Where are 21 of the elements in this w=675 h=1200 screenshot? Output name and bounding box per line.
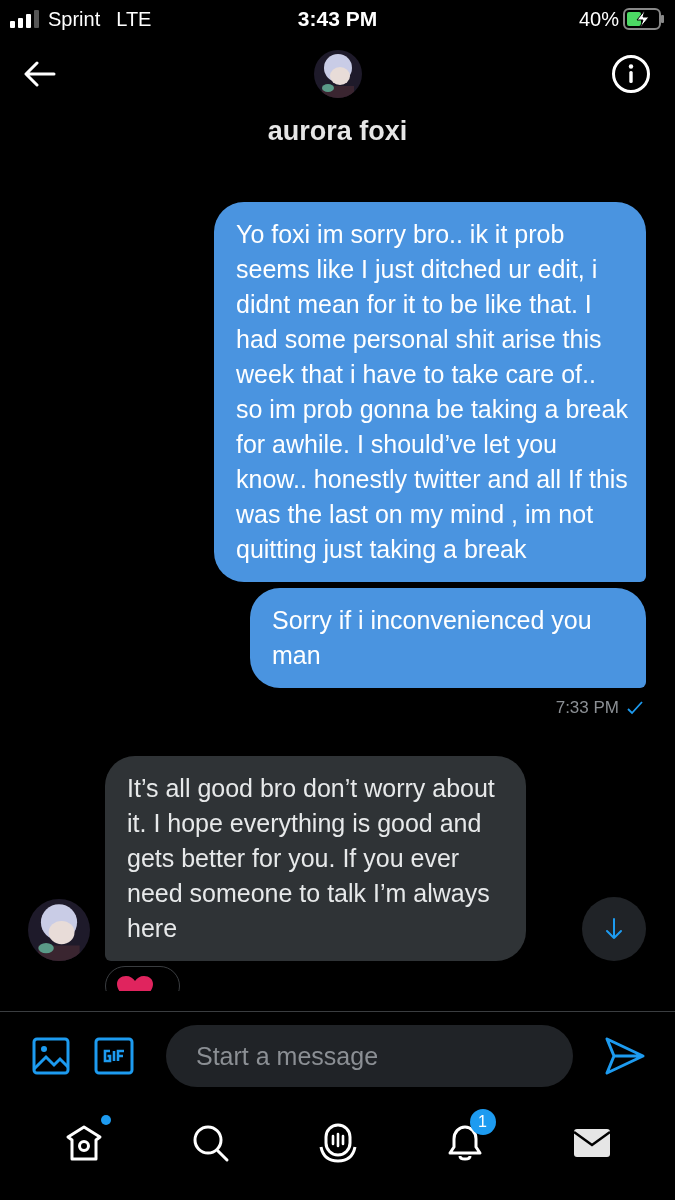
carrier-name: Sprint [48,7,101,31]
conversation-title: aurora foxi [267,116,408,147]
sent-message-bubble: Yo foxi im sorry bro.. ik it prob seems like I just ditched ur edit, i didnt mean for it to be like that. I had some personal shit arise this week that i have to take care of.. so im prob gonna be taking a break for awhile. I should’ve let you know.. honestly twitter and all If this was the last on my mind , im not quitting just taking a break [214,202,646,582]
search-icon[interactable] [191,1123,230,1163]
home-icon[interactable] [64,1123,103,1163]
received-message-bubble: It’s all good bro don’t worry about it. I hope everything is good and gets better for you. If you ever need someone to talk I’m always here [105,756,526,961]
info-icon[interactable] [611,54,651,94]
battery-percent: 40% [578,7,619,31]
notification-badge: 1 [469,1109,496,1135]
message-input[interactable]: Start a message [166,1025,573,1087]
down-arrow-icon [605,918,623,940]
clock-time: 3:43 PM [297,7,378,31]
signal-icon [10,10,40,28]
message-timestamp: 7:33 PM [555,698,619,718]
send-icon[interactable] [605,1037,645,1075]
gif-icon[interactable] [94,1037,134,1075]
back-arrow-icon[interactable] [24,61,56,87]
microphone-icon[interactable] [318,1123,357,1163]
image-icon[interactable] [32,1037,70,1075]
network-type: LTE [116,7,152,31]
sent-message-bubble: Sorry if i inconvenienced you man [250,588,646,688]
